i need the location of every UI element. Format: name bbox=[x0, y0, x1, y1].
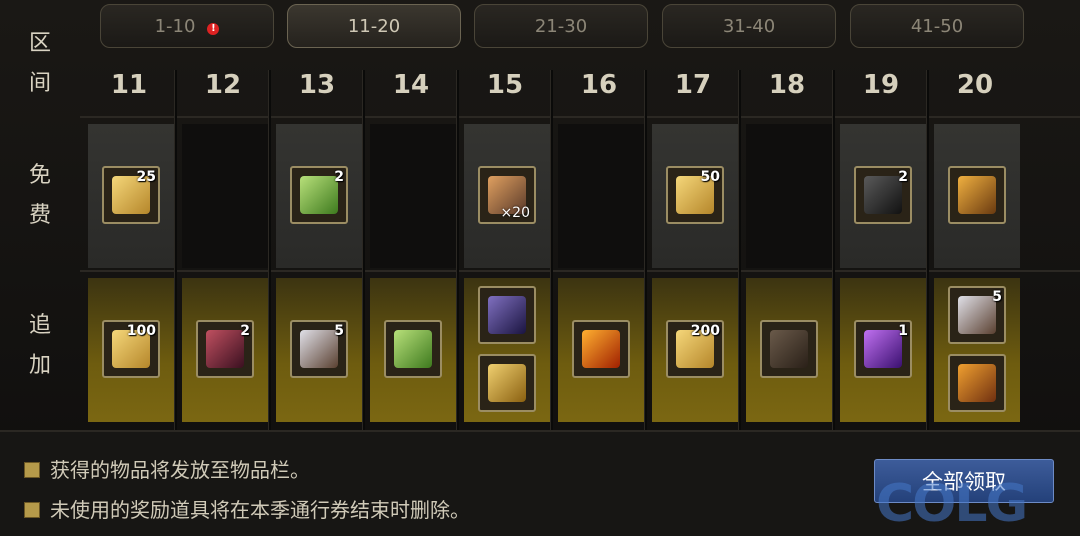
tab-31-40[interactable]: 31-40 bbox=[662, 4, 836, 48]
column-divider bbox=[926, 70, 929, 430]
range-label: 区间 bbox=[28, 31, 51, 96]
column-divider bbox=[268, 70, 271, 430]
level-13: 13 bbox=[298, 70, 336, 100]
level-14: 14 bbox=[392, 70, 430, 100]
free-row-label: 免费 bbox=[28, 163, 51, 228]
golden-box-icon bbox=[958, 176, 996, 214]
golden-pouch-icon bbox=[958, 364, 996, 402]
item-count: 2 bbox=[240, 323, 250, 339]
item-count: 2 bbox=[898, 169, 908, 185]
dark-cube-item[interactable]: 2 bbox=[854, 166, 912, 224]
column-divider bbox=[832, 70, 835, 430]
gold-ticket-item[interactable]: 50 bbox=[666, 166, 724, 224]
header-divider bbox=[80, 116, 1080, 118]
silver-anvil-icon bbox=[300, 330, 338, 368]
dye-bundle-item[interactable]: ×20 bbox=[478, 166, 536, 224]
item-count: 5 bbox=[992, 289, 1002, 305]
tab-label: 31-40 bbox=[722, 16, 776, 37]
item-count: 50 bbox=[700, 169, 720, 185]
column-divider bbox=[644, 70, 647, 430]
item-count: 200 bbox=[690, 323, 720, 339]
level-19: 19 bbox=[862, 70, 900, 100]
column-divider bbox=[174, 70, 177, 430]
item-count: ×20 bbox=[500, 205, 530, 221]
dark-cube-icon bbox=[864, 176, 902, 214]
flame-crystal-icon bbox=[582, 330, 620, 368]
green-cube-item[interactable] bbox=[384, 320, 442, 378]
gold-ticket-item[interactable]: 200 bbox=[666, 320, 724, 378]
golden-book-icon bbox=[488, 364, 526, 402]
tab-label: 21-30 bbox=[534, 16, 588, 37]
bullet-icon bbox=[24, 462, 40, 478]
tab-label: 11-20 bbox=[347, 16, 401, 37]
alert-icon: ! bbox=[207, 23, 220, 35]
tab-label: 1-10 bbox=[154, 16, 196, 37]
wings-item[interactable] bbox=[760, 320, 818, 378]
note-1: 获得的物品将发放至物品栏。 bbox=[24, 454, 310, 483]
plus-row-label: 追加 bbox=[28, 313, 51, 378]
gold-ticket-item[interactable]: 25 bbox=[102, 166, 160, 224]
level-15: 15 bbox=[486, 70, 524, 100]
purple-cube-item[interactable]: 1 bbox=[854, 320, 912, 378]
tab-41-50[interactable]: 41-50 bbox=[850, 4, 1024, 48]
row-divider bbox=[80, 270, 1080, 272]
gold-ticket-item[interactable]: 100 bbox=[102, 320, 160, 378]
item-count: 5 bbox=[334, 323, 344, 339]
red-cube-item[interactable]: 2 bbox=[196, 320, 254, 378]
green-cube-item[interactable]: 2 bbox=[290, 166, 348, 224]
item-count: 25 bbox=[136, 169, 156, 185]
silver-anvil-item[interactable]: 5 bbox=[290, 320, 348, 378]
golden-pouch-item[interactable] bbox=[948, 354, 1006, 412]
golden-book-item[interactable] bbox=[478, 354, 536, 412]
green-cube-icon bbox=[394, 330, 432, 368]
free-slot-12 bbox=[182, 124, 268, 268]
red-cube-icon bbox=[206, 330, 244, 368]
column-divider bbox=[456, 70, 459, 430]
column-divider bbox=[550, 70, 553, 430]
level-17: 17 bbox=[674, 70, 712, 100]
level-11: 11 bbox=[110, 70, 148, 100]
level-20: 20 bbox=[956, 70, 994, 100]
bullet-icon bbox=[24, 502, 40, 518]
tab-21-30[interactable]: 21-30 bbox=[474, 4, 648, 48]
item-count: 100 bbox=[126, 323, 156, 339]
purple-chest-item[interactable] bbox=[478, 286, 536, 344]
free-slot-16 bbox=[558, 124, 644, 268]
note-2: 未使用的奖励道具将在本季通行券结束时删除。 bbox=[24, 494, 470, 523]
golden-box-item[interactable] bbox=[948, 166, 1006, 224]
free-slot-14 bbox=[370, 124, 456, 268]
free-slot-18 bbox=[746, 124, 832, 268]
column-divider bbox=[738, 70, 741, 430]
item-count: 1 bbox=[898, 323, 908, 339]
tab-11-20[interactable]: 11-20 bbox=[287, 4, 461, 48]
tab-label: 41-50 bbox=[910, 16, 964, 37]
wings-icon bbox=[770, 330, 808, 368]
level-16: 16 bbox=[580, 70, 618, 100]
tab-1-10[interactable]: 1-10! bbox=[100, 4, 274, 48]
item-count: 2 bbox=[334, 169, 344, 185]
silver-anvil-item[interactable]: 5 bbox=[948, 286, 1006, 344]
colg-watermark: COLG bbox=[876, 474, 1028, 534]
level-18: 18 bbox=[768, 70, 806, 100]
purple-cube-icon bbox=[864, 330, 902, 368]
column-divider bbox=[362, 70, 365, 430]
flame-crystal-item[interactable] bbox=[572, 320, 630, 378]
level-12: 12 bbox=[204, 70, 242, 100]
purple-chest-icon bbox=[488, 296, 526, 334]
silver-anvil-icon bbox=[958, 296, 996, 334]
green-cube-icon bbox=[300, 176, 338, 214]
